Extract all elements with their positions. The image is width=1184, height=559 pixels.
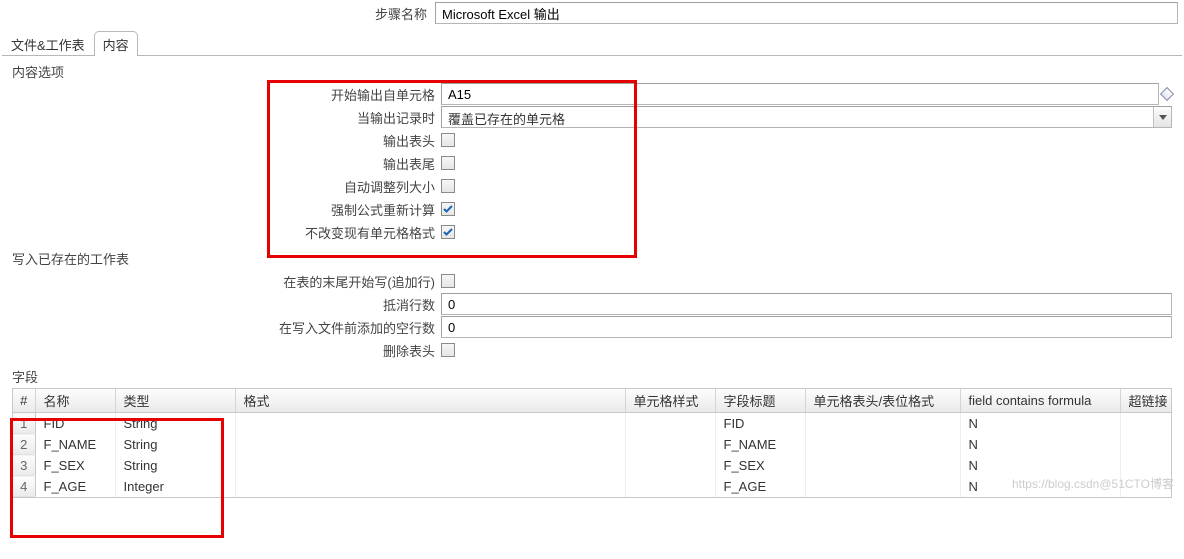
cell-format[interactable] — [235, 434, 625, 455]
cell-title[interactable]: F_NAME — [715, 434, 805, 455]
cell-name[interactable]: F_NAME — [35, 434, 115, 455]
cell-hfmt[interactable] — [805, 413, 960, 434]
col-rownum[interactable]: # — [13, 389, 35, 413]
cell-link[interactable] — [1120, 455, 1172, 476]
cell-hfmt[interactable] — [805, 476, 960, 497]
col-title[interactable]: 字段标题 — [715, 389, 805, 413]
row-num: 4 — [13, 476, 35, 497]
cell-format[interactable] — [235, 455, 625, 476]
cell-type[interactable]: String — [115, 434, 235, 455]
table-row[interactable]: 3F_SEXStringF_SEXN — [13, 455, 1172, 476]
keep-fmt-label: 不改变现有单元格格式 — [6, 223, 441, 242]
start-cell-label: 开始输出自单元格 — [6, 85, 441, 104]
cell-style[interactable] — [625, 455, 715, 476]
blank-input[interactable] — [441, 316, 1172, 338]
cell-title[interactable]: FID — [715, 413, 805, 434]
existing-group-title: 写入已存在的工作表 — [12, 249, 1178, 268]
table-row[interactable]: 4F_AGEIntegerF_AGEN — [13, 476, 1172, 497]
blank-label: 在写入文件前添加的空行数 — [6, 318, 441, 337]
force-calc-checkbox[interactable] — [441, 202, 455, 216]
tab-file-worksheet[interactable]: 文件&工作表 — [2, 31, 94, 56]
cell-link[interactable] — [1120, 413, 1172, 434]
cell-format[interactable] — [235, 476, 625, 497]
cell-name[interactable]: F_SEX — [35, 455, 115, 476]
cell-name[interactable]: F_AGE — [35, 476, 115, 497]
col-hfmt[interactable]: 单元格表头/表位格式 — [805, 389, 960, 413]
append-checkbox[interactable] — [441, 274, 455, 288]
offset-label: 抵消行数 — [6, 295, 441, 314]
tabs: 文件&工作表 内容 — [2, 30, 1182, 56]
cell-formula[interactable]: N — [960, 455, 1120, 476]
force-calc-label: 强制公式重新计算 — [6, 200, 441, 219]
watermark: https://blog.csdn@51CTO博客 — [1012, 475, 1174, 492]
step-name-input[interactable] — [435, 2, 1178, 24]
out-header-label: 输出表头 — [6, 131, 441, 150]
col-format[interactable]: 格式 — [235, 389, 625, 413]
auto-col-checkbox[interactable] — [441, 179, 455, 193]
cell-style[interactable] — [625, 434, 715, 455]
on-record-value: 覆盖已存在的单元格 — [442, 107, 1153, 127]
cell-type[interactable]: Integer — [115, 476, 235, 497]
cell-title[interactable]: F_AGE — [715, 476, 805, 497]
cell-formula[interactable]: N — [960, 434, 1120, 455]
del-header-label: 删除表头 — [6, 341, 441, 360]
fields-group-title: 字段 — [12, 367, 1178, 386]
keep-fmt-checkbox[interactable] — [441, 225, 455, 239]
cell-name[interactable]: FID — [35, 413, 115, 434]
on-record-label: 当输出记录时 — [6, 108, 441, 127]
append-label: 在表的末尾开始写(追加行) — [6, 272, 441, 291]
col-type[interactable]: 类型 — [115, 389, 235, 413]
cell-hfmt[interactable] — [805, 434, 960, 455]
tab-content[interactable]: 内容 — [94, 31, 138, 56]
out-footer-label: 输出表尾 — [6, 154, 441, 173]
cell-title[interactable]: F_SEX — [715, 455, 805, 476]
row-num: 1 — [13, 413, 35, 434]
step-name-label: 步骤名称 — [0, 4, 435, 23]
cell-style[interactable] — [625, 476, 715, 497]
col-formula[interactable]: field contains formula — [960, 389, 1120, 413]
cell-link[interactable] — [1120, 434, 1172, 455]
col-name[interactable]: 名称 — [35, 389, 115, 413]
col-style[interactable]: 单元格样式 — [625, 389, 715, 413]
table-header-row: # 名称 类型 格式 单元格样式 字段标题 单元格表头/表位格式 field c… — [13, 389, 1172, 413]
out-header-checkbox[interactable] — [441, 133, 455, 147]
del-header-checkbox[interactable] — [441, 343, 455, 357]
cell-style[interactable] — [625, 413, 715, 434]
row-num: 3 — [13, 455, 35, 476]
table-row[interactable]: 2F_NAMEStringF_NAMEN — [13, 434, 1172, 455]
auto-col-label: 自动调整列大小 — [6, 177, 441, 196]
fields-table[interactable]: # 名称 类型 格式 单元格样式 字段标题 单元格表头/表位格式 field c… — [12, 388, 1172, 498]
content-group-title: 内容选项 — [12, 62, 1178, 81]
cell-formula[interactable]: N — [960, 413, 1120, 434]
cell-type[interactable]: String — [115, 455, 235, 476]
cell-hfmt[interactable] — [805, 455, 960, 476]
col-link[interactable]: 超链接 — [1120, 389, 1172, 413]
out-footer-checkbox[interactable] — [441, 156, 455, 170]
cell-format[interactable] — [235, 413, 625, 434]
cell-type[interactable]: String — [115, 413, 235, 434]
start-cell-input[interactable] — [441, 83, 1159, 105]
start-cell-helper-icon[interactable] — [1160, 87, 1174, 101]
table-row[interactable]: 1FIDStringFIDN — [13, 413, 1172, 434]
row-num: 2 — [13, 434, 35, 455]
offset-input[interactable] — [441, 293, 1172, 315]
on-record-combo[interactable]: 覆盖已存在的单元格 — [441, 106, 1172, 128]
chevron-down-icon[interactable] — [1153, 107, 1171, 127]
